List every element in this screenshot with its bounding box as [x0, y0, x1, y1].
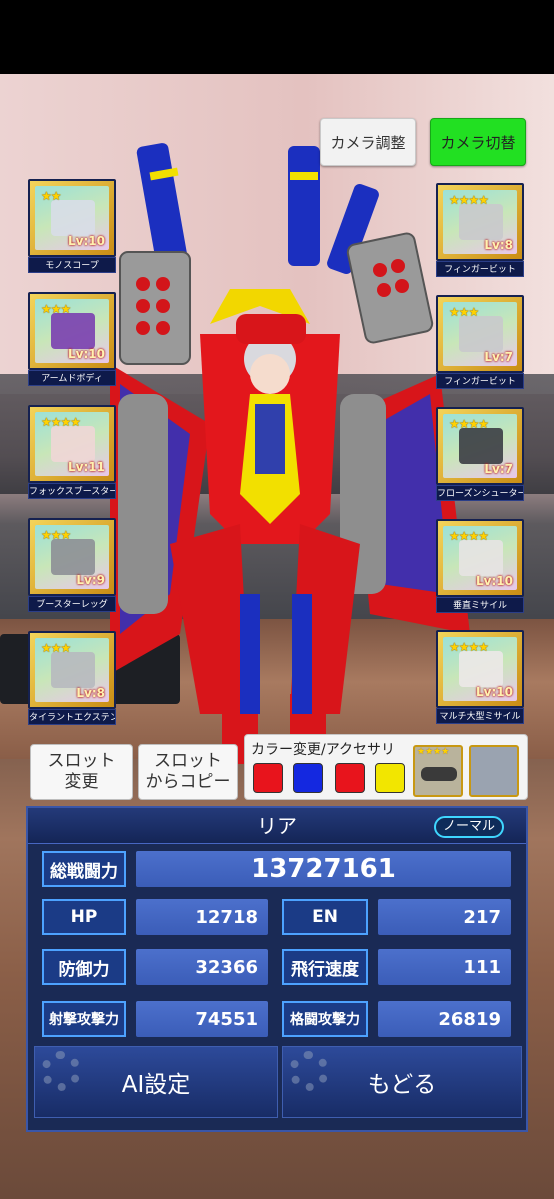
- equip-slot-right-1[interactable]: ★★★★ Lv:8 フィンガービット: [436, 183, 524, 279]
- equipment-icon: [459, 651, 503, 687]
- slot-frame: ★★★★ Lv:11: [28, 405, 116, 483]
- rarity-stars: ★★★★: [449, 193, 489, 207]
- slot-frame: ★★★ Lv:9: [28, 518, 116, 596]
- mode-badge[interactable]: ノーマル: [434, 816, 504, 838]
- slot-name: アームドボディ: [28, 370, 116, 386]
- flight-speed-value: 111: [378, 949, 511, 985]
- ranged-attack-label: 射撃攻撃力: [42, 1001, 126, 1037]
- color-swatch-1[interactable]: [253, 763, 283, 793]
- en-value: 217: [378, 899, 511, 935]
- equip-slot-left-4[interactable]: ★★★ Lv:9 ブースターレッグ: [28, 518, 116, 614]
- equipment-icon: [51, 200, 95, 236]
- ai-settings-label: AI設定: [121, 1072, 191, 1098]
- slot-level: Lv:8: [76, 686, 105, 700]
- back-label: もどる: [367, 1072, 437, 1098]
- total-power-label: 総戦闘力: [42, 851, 126, 887]
- rarity-stars: ★★★: [41, 528, 71, 542]
- equip-slot-left-3[interactable]: ★★★★ Lv:11 フォックスブースター: [28, 405, 116, 501]
- equip-slot-left-1[interactable]: ★★ Lv:10 モノスコープ: [28, 179, 116, 275]
- slot-level: Lv:10: [476, 574, 513, 588]
- equip-slot-right-5[interactable]: ★★★★ Lv:10 マルチ大型ミサイル: [436, 630, 524, 726]
- defense-value: 32366: [136, 949, 268, 985]
- equipment-icon: [51, 313, 95, 349]
- equipment-icon: [459, 316, 503, 352]
- slot-name: フィンガービット: [436, 261, 524, 277]
- color-swatch-3[interactable]: [335, 763, 365, 793]
- equipment-icon: [51, 539, 95, 575]
- gear-icon: [289, 1051, 329, 1091]
- slot-name: マルチ大型ミサイル: [436, 708, 524, 724]
- slot-name: 垂直ミサイル: [436, 597, 524, 613]
- total-power-value: 13727161: [136, 851, 511, 887]
- equip-slot-left-2[interactable]: ★★★ Lv:10 アームドボディ: [28, 292, 116, 388]
- slot-name: フローズンシューター: [436, 485, 524, 501]
- rarity-stars: ★★★★: [449, 640, 489, 654]
- slot-frame: ★★ Lv:10: [28, 179, 116, 257]
- slot-level: Lv:10: [68, 347, 105, 361]
- slot-frame: ★★★★ Lv:8: [436, 183, 524, 261]
- slot-name: フィンガービット: [436, 373, 524, 389]
- slot-level: Lv:10: [476, 685, 513, 699]
- equip-slot-right-4[interactable]: ★★★★ Lv:10 垂直ミサイル: [436, 519, 524, 615]
- slot-frame: ★★★ Lv:10: [28, 292, 116, 370]
- slot-name: フォックスブースター: [28, 483, 116, 499]
- ai-settings-button[interactable]: AI設定: [34, 1046, 278, 1118]
- slot-frame: ★★★★ Lv:10: [436, 519, 524, 597]
- equip-slot-right-3[interactable]: ★★★★ Lv:7 フローズンシューター: [436, 407, 524, 503]
- rarity-stars: ★★★: [41, 641, 71, 655]
- color-accessory-panel: カラー変更/アクセサリ ★★★★: [244, 734, 528, 800]
- slot-name: モノスコープ: [28, 257, 116, 273]
- slot-level: Lv:7: [484, 462, 513, 476]
- hp-value: 12718: [136, 899, 268, 935]
- equipment-icon: [51, 652, 95, 688]
- equipment-icon: [459, 428, 503, 464]
- slot-frame: ★★★ Lv:8: [28, 631, 116, 709]
- color-swatch-4[interactable]: [375, 763, 405, 793]
- color-panel-title: カラー変更/アクセサリ: [251, 742, 396, 758]
- rarity-stars: ★★★★: [449, 417, 489, 431]
- en-label: EN: [282, 899, 368, 935]
- slot-frame: ★★★ Lv:7: [436, 295, 524, 373]
- status-bar: [0, 0, 554, 74]
- accessory-slot-1[interactable]: ★★★★: [413, 745, 463, 797]
- equipment-icon: [459, 204, 503, 240]
- equipment-icon: [459, 540, 503, 576]
- rarity-stars: ★★★★: [417, 747, 450, 757]
- slot-level: Lv:10: [68, 234, 105, 248]
- slot-level: Lv:8: [484, 238, 513, 252]
- flight-speed-label: 飛行速度: [282, 949, 368, 985]
- melee-attack-label: 格闘攻撃力: [282, 1001, 368, 1037]
- character-name-bar: リア ノーマル: [28, 808, 526, 844]
- slot-name: タイラントエクステンションII: [28, 709, 116, 725]
- slot-level: Lv:9: [76, 573, 105, 587]
- ranged-attack-value: 74551: [136, 1001, 268, 1037]
- camera-adjust-button[interactable]: カメラ調整: [320, 118, 416, 166]
- slot-frame: ★★★★ Lv:7: [436, 407, 524, 485]
- slot-level: Lv:7: [484, 350, 513, 364]
- rarity-stars: ★★★★: [449, 529, 489, 543]
- gear-icon: [41, 1051, 81, 1091]
- melee-attack-value: 26819: [378, 1001, 511, 1037]
- rarity-stars: ★★★: [41, 302, 71, 316]
- rarity-stars: ★★★★: [41, 415, 81, 429]
- rarity-stars: ★★★: [449, 305, 479, 319]
- slot-copy-button[interactable]: スロット からコピー: [138, 744, 238, 800]
- slot-frame: ★★★★ Lv:10: [436, 630, 524, 708]
- defense-label: 防御力: [42, 949, 126, 985]
- slot-level: Lv:11: [68, 460, 105, 474]
- character-name: リア: [257, 814, 297, 838]
- slot-change-button[interactable]: スロット 変更: [30, 744, 133, 800]
- rarity-stars: ★★: [41, 189, 61, 203]
- slot-name: ブースターレッグ: [28, 596, 116, 612]
- camera-switch-button[interactable]: カメラ切替: [430, 118, 526, 166]
- accessory-icon: [421, 767, 457, 781]
- equipment-icon: [51, 426, 95, 462]
- back-button[interactable]: もどる: [282, 1046, 522, 1118]
- color-swatch-2[interactable]: [293, 763, 323, 793]
- hp-label: HP: [42, 899, 126, 935]
- accessory-slot-2[interactable]: [469, 745, 519, 797]
- equip-slot-left-5[interactable]: ★★★ Lv:8 タイラントエクステンションII: [28, 631, 116, 727]
- equip-slot-right-2[interactable]: ★★★ Lv:7 フィンガービット: [436, 295, 524, 391]
